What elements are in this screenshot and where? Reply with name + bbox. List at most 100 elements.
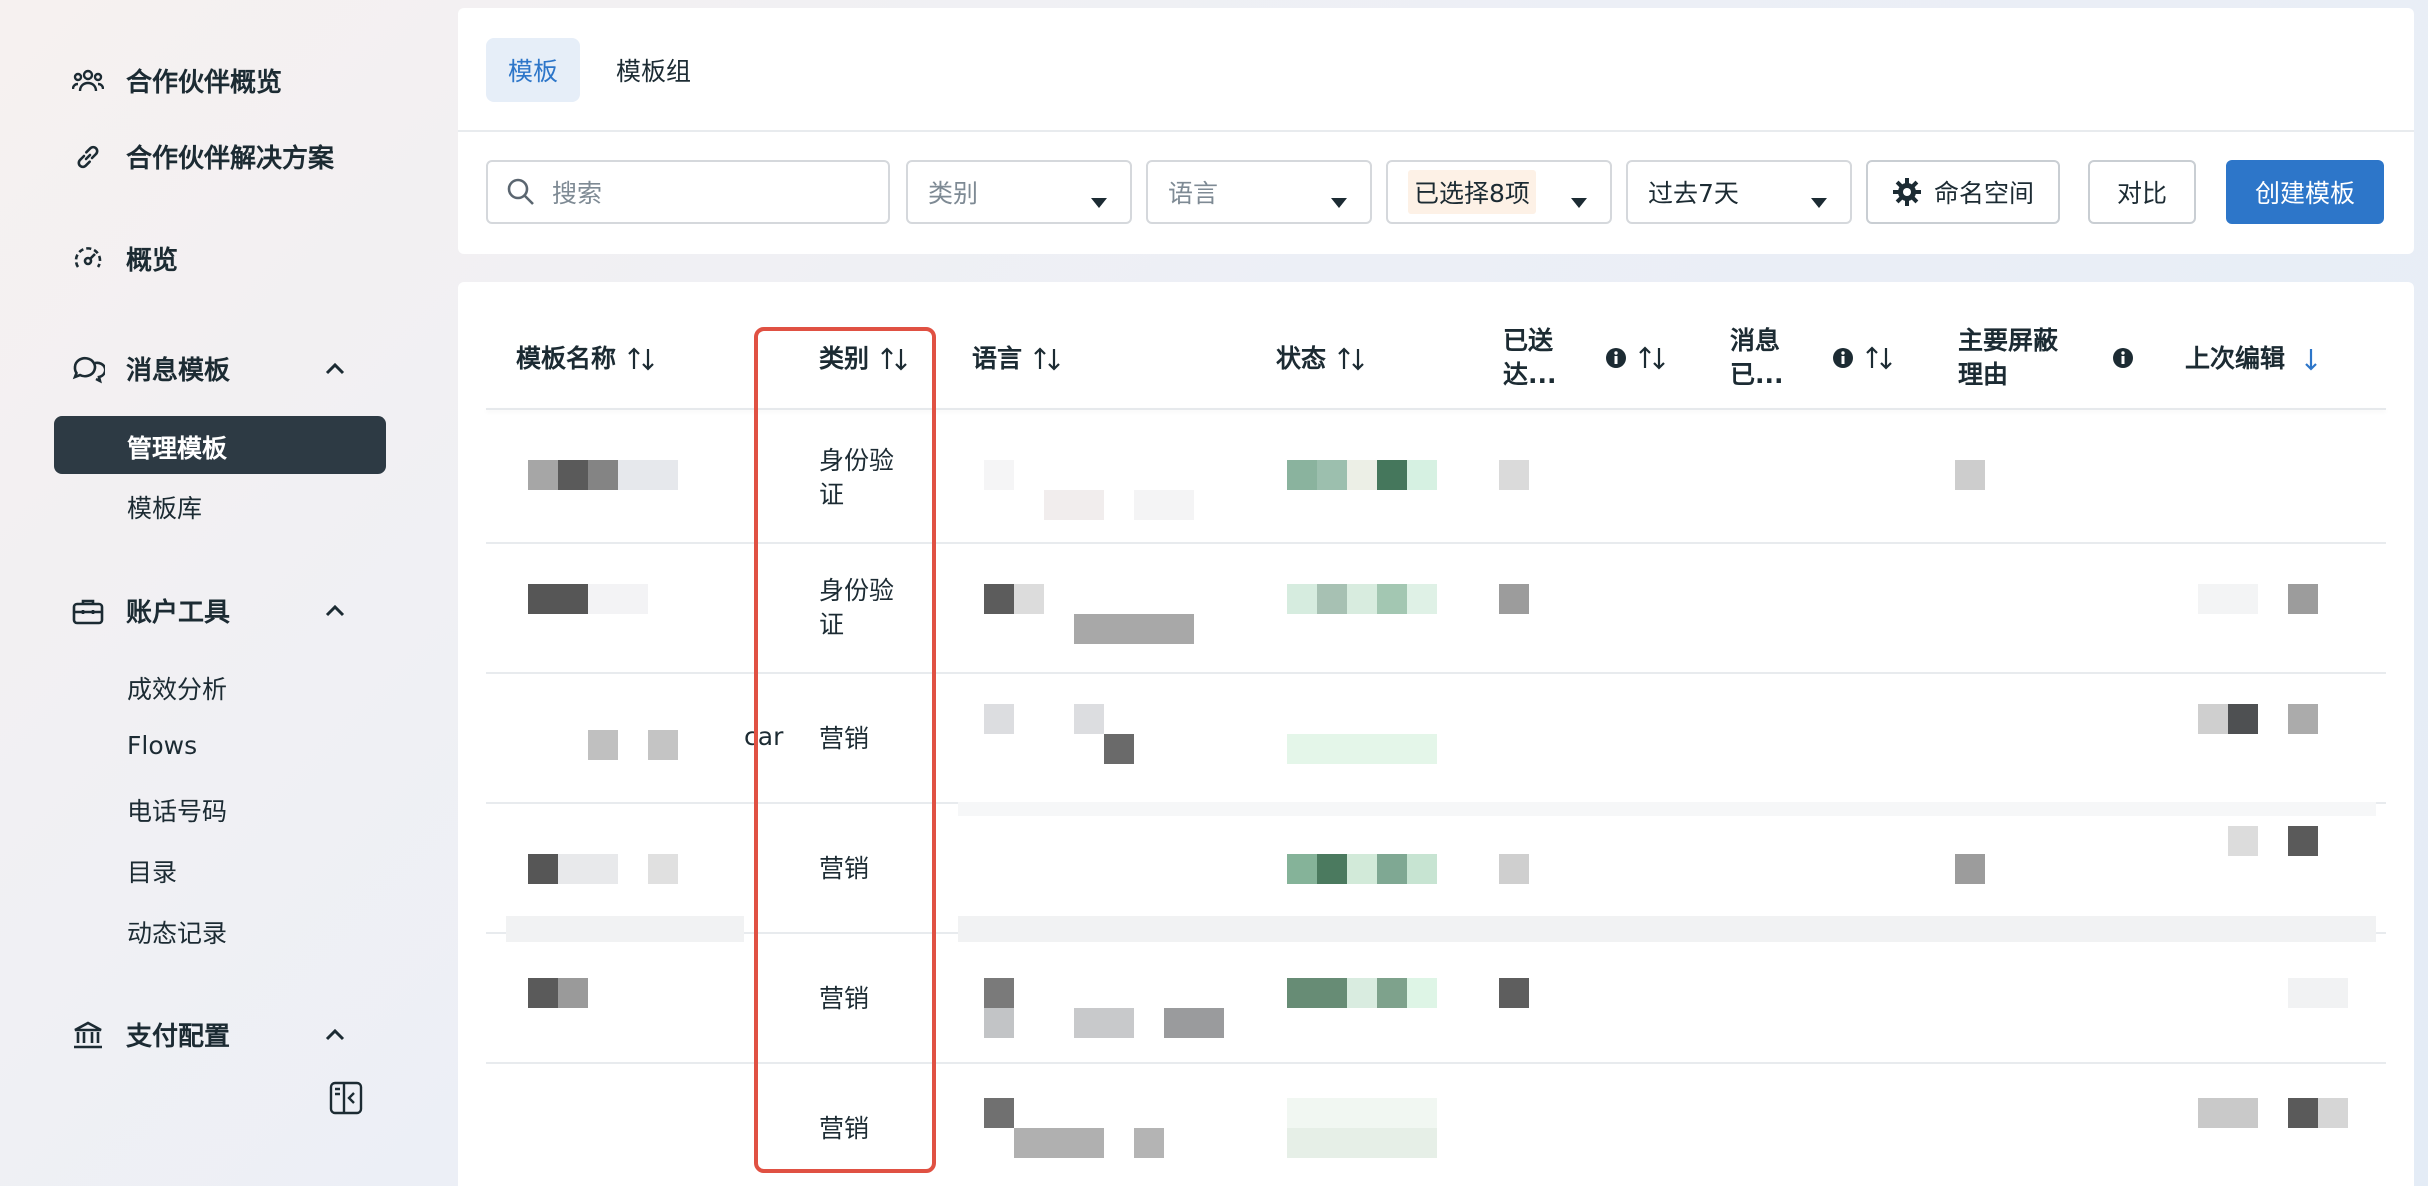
category-dropdown[interactable]: 类别 [906,160,1132,224]
column-header-line: 主要屏蔽 [1958,326,2059,355]
collapse-sidebar-icon[interactable] [328,1080,364,1116]
column-header-line: 理由 [1958,360,2009,389]
column-header-label: 上次编辑 [2185,344,2286,373]
sidebar: 合作伙伴概览 合作伙伴解决方案 概览 消息模板 管理模板 模板库 账户工具 成效… [0,0,440,1186]
sidebar-item-phone-numbers[interactable]: 电话号码 [127,792,227,828]
header-divider [486,408,2386,410]
info-icon[interactable] [2112,347,2134,369]
sidebar-item-flows[interactable]: Flows [127,731,197,760]
column-header-line: 达... [1503,360,1557,389]
status-dropdown[interactable]: 已选择8项 [1386,160,1612,224]
chevron-up-icon[interactable] [320,354,350,384]
redacted-block [1347,978,1377,1008]
redacted-block [2288,704,2318,734]
caret-down-icon [1570,186,1588,215]
search-input[interactable]: 搜索 [486,160,890,224]
blurred-stripe [958,916,2376,942]
filter-card: 模板 模板组 搜索 类别 语言 已选择8项 过去7天 命名空间 对比 创建模板 [458,8,2414,254]
redacted-block [984,460,1014,490]
sort-icon[interactable] [1637,345,1667,371]
create-template-button[interactable]: 创建模板 [2226,160,2384,224]
table-cell-category: 身份验 证 [819,444,894,512]
language-dropdown[interactable]: 语言 [1146,160,1372,224]
sort-icon[interactable] [1032,346,1062,372]
redacted-block [1014,584,1044,614]
column-header-last-edited[interactable]: 上次编辑 [2185,342,2319,376]
column-header-blocked-reason[interactable]: 主要屏蔽 理由 [1958,324,2134,392]
column-header-label: 状态 [1276,344,1327,373]
sort-desc-icon[interactable] [2303,346,2319,372]
sidebar-item-manage-templates[interactable]: 管理模板 [54,416,386,474]
cell-line: 证 [819,480,845,509]
redacted-block [1287,1098,1437,1128]
sort-icon[interactable] [1864,345,1894,371]
column-header-name[interactable]: 模板名称 [516,342,656,376]
namespace-button[interactable]: 命名空间 [1866,160,2060,224]
compare-button[interactable]: 对比 [2088,160,2196,224]
column-header-read[interactable]: 消息 已... [1730,324,1894,392]
redacted-block [1074,1008,1134,1038]
namespace-label: 命名空间 [1933,179,2034,208]
redacted-block [1407,854,1437,884]
category-placeholder: 类别 [928,179,979,208]
templates-table: 模板名称 类别 语言 状态 已送 达... 消息 已... 主要屏蔽 理由 上次… [458,282,2414,1186]
sort-icon[interactable] [879,346,909,372]
redacted-block [1287,734,1437,764]
column-header-language[interactable]: 语言 [972,342,1062,376]
redacted-block [1287,978,1347,1008]
sidebar-item-insights[interactable]: 成效分析 [127,670,227,706]
time-range-value: 过去7天 [1648,179,1739,208]
sidebar-item-payment-config[interactable]: 支付配置 [70,1016,230,1053]
redacted-block [1407,978,1437,1008]
sidebar-item-catalog[interactable]: 目录 [127,853,177,889]
sidebar-item-partner-overview[interactable]: 合作伙伴概览 [70,62,282,99]
redacted-block [1044,490,1104,520]
column-header-label: 主要屏蔽 理由 [1958,324,2088,392]
redacted-block [2288,978,2348,1008]
sidebar-item-message-templates[interactable]: 消息模板 [70,350,230,387]
sidebar-item-activity-log[interactable]: 动态记录 [127,914,227,950]
redacted-block [588,460,618,490]
redacted-block [588,730,618,760]
redacted-block [528,584,588,614]
redacted-block [1377,978,1407,1008]
sidebar-item-account-tools[interactable]: 账户工具 [70,592,230,629]
redacted-block [1317,584,1347,614]
tabs-divider [458,130,2414,132]
gear-icon [1892,177,1922,207]
search-placeholder: 搜索 [552,179,603,208]
briefcase-icon [70,593,106,629]
redacted-block [1287,460,1317,490]
redacted-block [528,460,558,490]
column-header-status[interactable]: 状态 [1276,342,1366,376]
sidebar-item-overview[interactable]: 概览 [70,240,178,277]
redacted-block [2228,826,2258,856]
sort-icon[interactable] [626,346,656,372]
sidebar-item-partner-solutions[interactable]: 合作伙伴解决方案 [70,138,334,175]
info-icon[interactable] [1605,347,1627,369]
tab-template[interactable]: 模板 [486,38,581,102]
redacted-block [1347,460,1377,490]
sort-icon[interactable] [1336,346,1366,372]
table-cell-category: 营销 [819,854,870,883]
redacted-block [2198,704,2228,734]
sidebar-item-label: 合作伙伴解决方案 [126,144,335,174]
redacted-block [588,584,648,614]
chevron-up-icon[interactable] [320,596,350,626]
column-header-delivered[interactable]: 已送 达... [1503,324,1667,392]
redacted-block [2288,826,2318,856]
redacted-block [1317,460,1347,490]
redacted-block [648,854,678,884]
status-selected-value: 已选择8项 [1408,170,1536,214]
redacted-block [1407,584,1437,614]
tab-template-group[interactable]: 模板组 [594,38,713,102]
time-range-dropdown[interactable]: 过去7天 [1626,160,1852,224]
sidebar-item-label: 管理模板 [127,434,228,463]
info-icon[interactable] [1832,347,1854,369]
column-header-category[interactable]: 类别 [819,342,909,376]
chevron-up-icon[interactable] [320,1020,350,1050]
redacted-block [984,704,1014,734]
redacted-block [1347,584,1377,614]
redacted-block [1377,854,1407,884]
sidebar-item-template-library[interactable]: 模板库 [127,489,202,525]
